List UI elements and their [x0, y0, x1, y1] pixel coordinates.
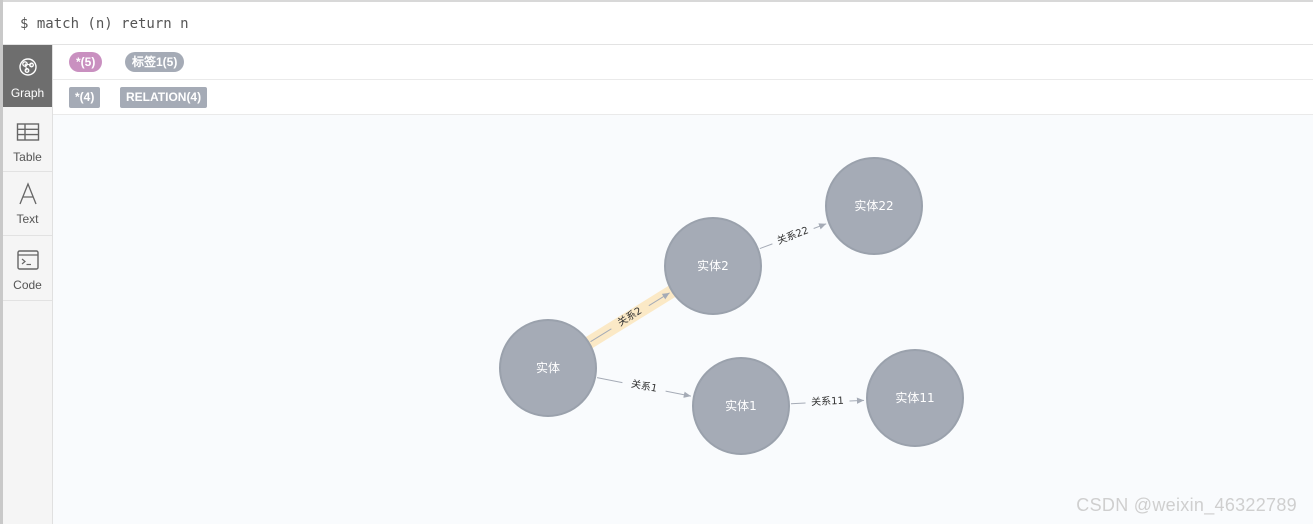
sidebar-item-graph[interactable]: Graph [3, 45, 52, 107]
node-label-legend: *(5) 标签1(5) [53, 45, 1313, 80]
relationship-line [790, 402, 806, 405]
graph-node-n4[interactable]: 实体11 [866, 349, 964, 447]
sidebar-item-code[interactable]: Code [3, 236, 52, 300]
query-bar[interactable]: $ match (n) return n [3, 2, 1313, 45]
sidebar-item-label: Table [13, 150, 42, 164]
view-sidebar: Graph Table Text Code [3, 45, 53, 524]
node-caption: 实体 [536, 360, 560, 375]
relationship-n0-n3[interactable]: 关系1 [596, 377, 692, 398]
relationship-caption: 关系22 [775, 223, 810, 247]
sidebar-item-table[interactable]: Table [3, 107, 52, 171]
code-icon [17, 250, 39, 270]
sidebar-divider [3, 300, 52, 301]
relationship-type-all[interactable]: *(4) [69, 87, 101, 108]
relationship-caption: 关系1 [630, 377, 658, 395]
graph-node-n3[interactable]: 实体1 [692, 357, 790, 455]
relationship-line [596, 377, 623, 384]
relationship-type-legend: *(4) RELATION(4) [53, 80, 1313, 115]
table-icon [16, 123, 40, 141]
node-caption: 实体2 [697, 258, 729, 273]
relationship-arrow [665, 390, 692, 398]
watermark: CSDN @weixin_46322789 [1076, 495, 1297, 515]
node-caption: 实体1 [725, 398, 757, 413]
relationship-n1-n2[interactable]: 关系22 [759, 223, 827, 250]
node-caption: 实体22 [854, 198, 893, 213]
graph-icon [19, 58, 37, 76]
graph-node-n2[interactable]: 实体22 [825, 157, 923, 255]
text-icon [19, 182, 37, 205]
query-text: $ match (n) return n [20, 16, 189, 32]
graph-node-n1[interactable]: 实体2 [664, 217, 762, 315]
relationship-n0-n1[interactable]: 关系2 [582, 285, 677, 351]
graph-visualization[interactable]: 关系2 关系22 关系1 关系11 实体 实体2 实体22 实体1 实体11 [53, 115, 1313, 524]
relationship-arrow [849, 397, 865, 404]
relationship-type-relation[interactable]: RELATION(4) [120, 87, 208, 108]
sidebar-item-text[interactable]: Text [3, 172, 52, 235]
node-label-tag1[interactable]: 标签1(5) [125, 52, 185, 72]
graph-canvas[interactable]: 关系2 关系22 关系1 关系11 实体 实体2 实体22 实体1 实体11 CSDN @we… [53, 115, 1313, 524]
relationship-arrow [813, 223, 827, 230]
sidebar-item-label: Code [13, 278, 42, 292]
relationship-n3-n4[interactable]: 关系11 [790, 394, 865, 408]
node-caption: 实体11 [895, 390, 934, 405]
relationship-caption: 关系11 [811, 394, 844, 408]
graph-node-n0[interactable]: 实体 [499, 319, 597, 417]
relationship-line [759, 243, 773, 250]
sidebar-item-label: Text [16, 212, 39, 226]
node-label-all[interactable]: *(5) [69, 52, 103, 72]
sidebar-item-label: Graph [10, 86, 45, 100]
